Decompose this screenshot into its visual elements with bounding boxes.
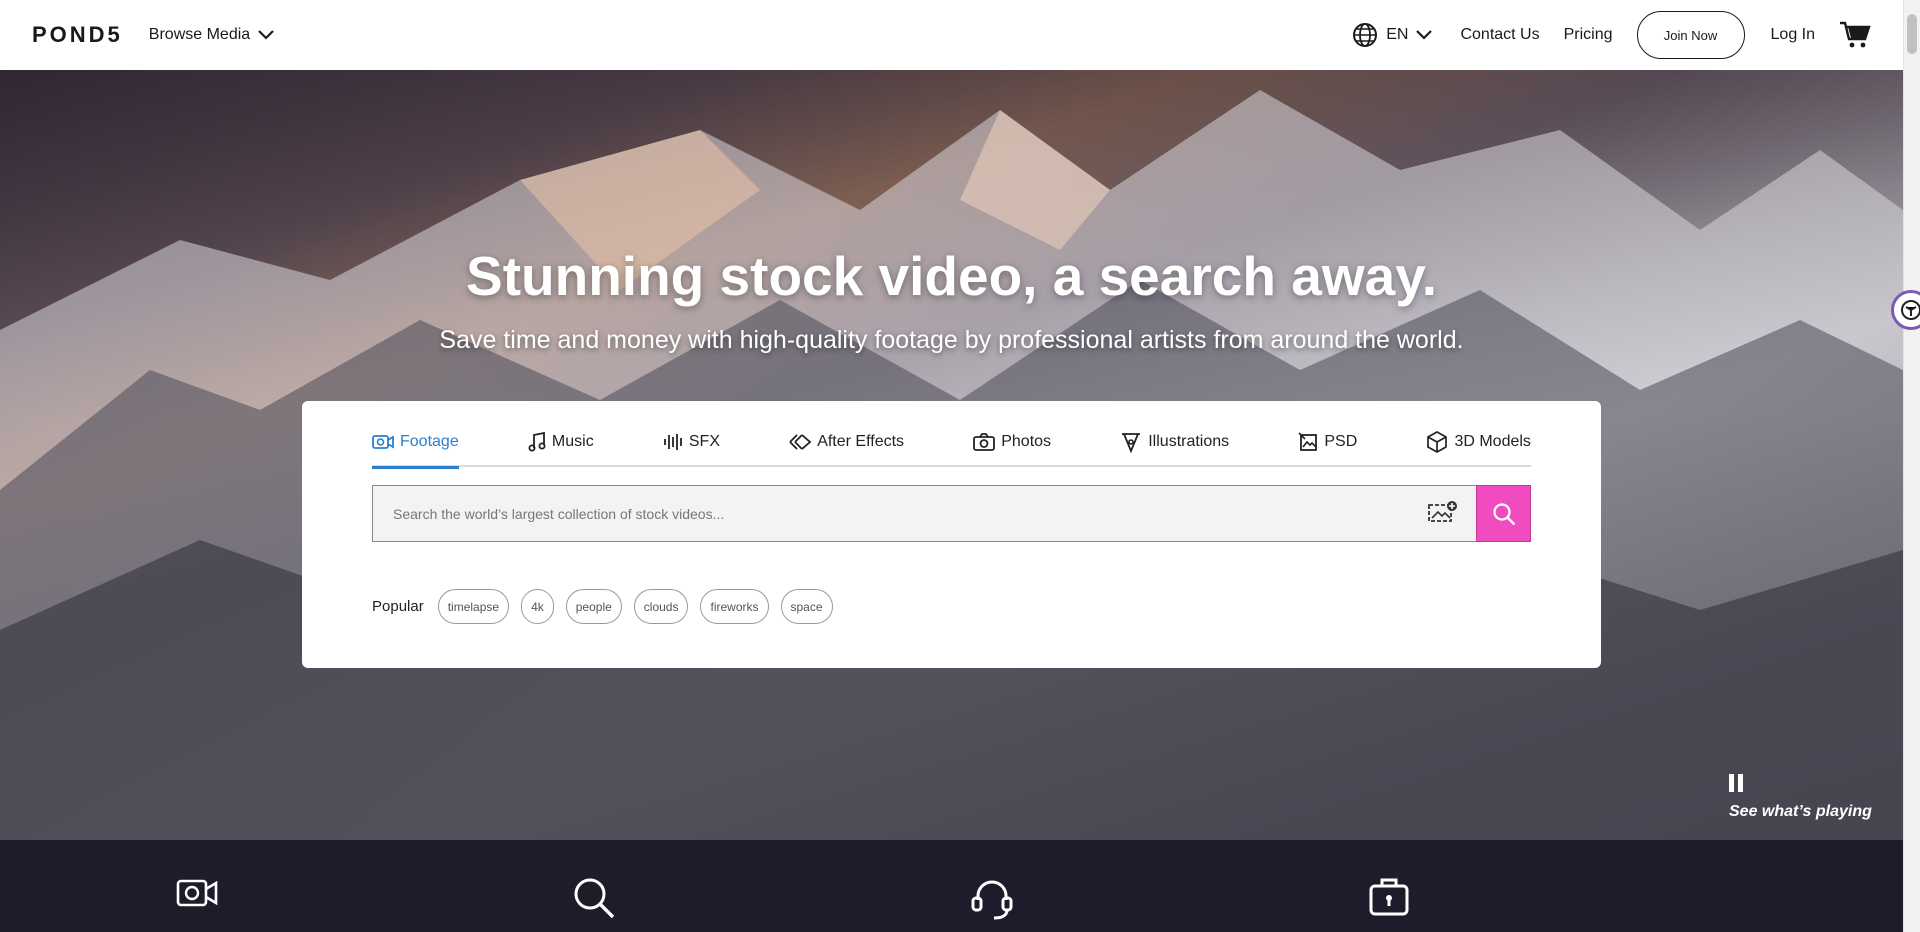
tab-3d-models[interactable]: 3D Models [1426, 423, 1531, 467]
scrollbar-thumb[interactable] [1907, 14, 1917, 54]
hero-subtitle: Save time and money with high-quality fo… [439, 326, 1464, 354]
tab-label: Photos [1001, 433, 1052, 450]
media-type-tabs: Footage Music SFX After Effects Photos I… [372, 423, 1531, 469]
join-now-button[interactable]: Join Now [1636, 11, 1745, 59]
language-selector[interactable]: EN [1352, 22, 1433, 48]
tab-photos[interactable]: Photos [973, 423, 1051, 467]
tab-label: PSD [1324, 433, 1358, 450]
pricing-link[interactable]: Pricing [1564, 26, 1613, 44]
cube-icon [1427, 431, 1448, 453]
tab-label: 3D Models [1454, 433, 1531, 450]
language-label: EN [1386, 26, 1409, 43]
hero-section: Stunning stock video, a search away. Sav… [0, 70, 1903, 840]
browse-media-menu[interactable]: Browse Media [149, 26, 274, 44]
hero-title: Stunning stock video, a search away. [466, 245, 1437, 307]
popular-tag[interactable]: timelapse [437, 589, 510, 624]
tab-label: Footage [400, 433, 459, 450]
search-row [372, 485, 1531, 542]
page-scrollbar[interactable] [1903, 0, 1920, 932]
camera-icon [973, 433, 996, 451]
tab-label: SFX [688, 433, 720, 450]
license-bag-icon [1369, 878, 1409, 916]
globe-icon [1353, 23, 1378, 47]
contact-us-link[interactable]: Contact Us [1460, 26, 1539, 44]
tab-psd[interactable]: PSD [1298, 423, 1357, 467]
pause-icon[interactable] [1727, 773, 1747, 798]
browse-media-label: Browse Media [148, 26, 251, 43]
popular-label: Popular [372, 598, 424, 615]
tab-sfx[interactable]: SFX [663, 423, 720, 467]
popular-tag[interactable]: 4k [521, 589, 554, 624]
chevron-down-icon [258, 30, 274, 40]
tab-music[interactable]: Music [528, 423, 594, 467]
after-effects-icon [789, 434, 812, 450]
support-headset-icon [971, 880, 1013, 920]
tab-label: After Effects [817, 433, 905, 450]
psd-icon [1298, 432, 1318, 451]
log-in-link[interactable]: Log In [1771, 26, 1815, 44]
search-icon [1492, 502, 1515, 525]
music-note-icon [528, 432, 546, 452]
popular-tag[interactable]: space [780, 589, 833, 624]
popular-tag[interactable]: people [565, 589, 622, 624]
tab-illustrations[interactable]: Illustrations [1120, 423, 1229, 467]
video-camera-icon [372, 435, 394, 449]
search-card: Footage Music SFX After Effects Photos I… [302, 401, 1601, 668]
image-search-icon[interactable] [1427, 499, 1459, 530]
tab-after-effects[interactable]: After Effects [789, 423, 904, 467]
chevron-down-icon [1416, 30, 1433, 40]
popular-tag[interactable]: fireworks [700, 589, 769, 624]
popular-searches: Popular timelapse 4k people clouds firew… [372, 589, 833, 624]
features-band [0, 840, 1903, 932]
tab-label: Illustrations [1148, 433, 1230, 450]
sound-wave-icon [663, 434, 682, 450]
tab-footage[interactable]: Footage [372, 423, 459, 469]
logo[interactable]: POND5 [32, 22, 123, 48]
tab-label: Music [551, 433, 594, 450]
see-whats-playing-link[interactable]: See what’s playing [1729, 803, 1872, 821]
video-camera-icon [176, 879, 218, 907]
popular-tag[interactable]: clouds [633, 589, 689, 624]
search-button[interactable] [1476, 485, 1531, 542]
pen-nib-icon [1122, 433, 1141, 453]
search-input[interactable] [372, 485, 1476, 542]
search-icon [574, 878, 615, 919]
cart-icon[interactable] [1839, 21, 1871, 49]
top-nav: POND5 Browse Media EN Contact Us Pricing… [0, 0, 1903, 70]
